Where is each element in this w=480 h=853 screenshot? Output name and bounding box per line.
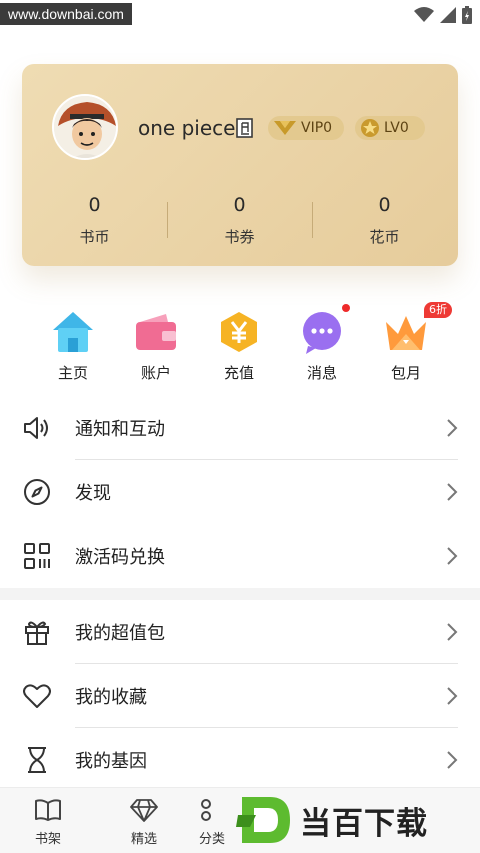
- message-icon: [303, 312, 341, 354]
- dna-icon: [28, 747, 46, 773]
- unread-dot: [342, 304, 350, 312]
- tab-label: 分类: [198, 832, 225, 847]
- chevron-right-icon: [447, 419, 458, 437]
- quick-monthly[interactable]: 6折 包月: [366, 300, 452, 383]
- stat-value: 0: [378, 194, 391, 216]
- stat-divider: [312, 202, 313, 238]
- quick-recharge[interactable]: 充值: [199, 300, 279, 383]
- menu-label: 通知和互动: [75, 419, 165, 440]
- heart-icon: [23, 684, 51, 708]
- chevron-right-icon: [447, 687, 458, 705]
- quick-label: 消息: [306, 364, 337, 382]
- stat-book-vouchers[interactable]: 0 书券: [167, 192, 312, 247]
- vip-level: VIP0: [301, 120, 333, 136]
- username: one piece: [138, 116, 236, 140]
- menu-item-genes[interactable]: 我的基因: [0, 728, 480, 792]
- profile-card: one piece VIP0 LV0 0 书币 0 书券 0 花币: [22, 64, 458, 266]
- menu-label: 我的基因: [75, 751, 147, 772]
- avatar[interactable]: [52, 94, 118, 160]
- grid-icon: [201, 799, 211, 821]
- tab-bookshelf[interactable]: 书架: [0, 788, 96, 847]
- compass-icon: [24, 479, 50, 505]
- stat-value: 0: [233, 194, 246, 216]
- quick-home[interactable]: 主页: [33, 300, 113, 383]
- menu-item-redeem-code[interactable]: 激活码兑换: [0, 524, 480, 588]
- status-icons: [414, 6, 472, 24]
- chevron-right-icon: [447, 751, 458, 769]
- menu-label: 发现: [75, 483, 111, 504]
- menu-item-favorites[interactable]: 我的收藏: [0, 664, 480, 728]
- menu-item-notifications[interactable]: 通知和互动: [0, 396, 480, 460]
- menu-item-discover[interactable]: 发现: [0, 460, 480, 524]
- signal-icon: [440, 7, 456, 23]
- chevron-right-icon: [447, 483, 458, 501]
- vip-badge[interactable]: VIP0: [268, 116, 344, 140]
- stat-flower-coins[interactable]: 0 花币: [312, 192, 457, 247]
- avatar-image: [54, 96, 116, 158]
- diamond-icon: [130, 799, 158, 822]
- chevron-right-icon: [447, 623, 458, 641]
- quick-account[interactable]: 账户: [116, 300, 196, 383]
- menu-item-value-pack[interactable]: 我的超值包: [0, 600, 480, 664]
- gift-icon: [25, 621, 49, 645]
- tab-category[interactable]: 分类: [182, 788, 242, 847]
- house-icon: [53, 312, 93, 352]
- stat-value: 0: [88, 194, 101, 216]
- star-coin-icon: [361, 119, 379, 137]
- speaker-icon: [24, 417, 48, 439]
- tab-featured[interactable]: 精选: [96, 788, 192, 847]
- quick-messages[interactable]: 消息: [282, 300, 362, 383]
- menu-group-1: 通知和互动 发现 激活码兑换: [0, 396, 480, 588]
- stat-label: 书券: [224, 228, 255, 246]
- wallet-icon: [136, 314, 176, 350]
- section-gap: [0, 588, 480, 600]
- status-bar: www.downbai.com: [0, 0, 480, 30]
- yen-coin-icon: [221, 312, 257, 352]
- menu-label: 我的收藏: [75, 687, 147, 708]
- menu-group-2: 我的超值包 我的收藏 我的基因: [0, 600, 480, 792]
- user-level: LV0: [384, 120, 409, 136]
- quick-label: 主页: [57, 364, 88, 382]
- stat-book-coins[interactable]: 0 书币: [22, 192, 167, 247]
- qr-grid-icon: [24, 543, 50, 569]
- quick-label: 账户: [140, 364, 171, 382]
- tab-label: 精选: [130, 832, 157, 847]
- logo-text: 当百下载: [300, 805, 428, 842]
- discount-badge: 6折: [424, 302, 452, 318]
- monthly-book-icon[interactable]: [236, 118, 254, 138]
- menu-label: 我的超值包: [75, 623, 165, 644]
- quick-label: 充值: [223, 364, 254, 382]
- tab-label: 书架: [34, 832, 61, 847]
- stat-divider: [167, 202, 168, 238]
- quick-actions: 主页 账户 充值 消息 6折 包月: [0, 300, 480, 390]
- battery-charging-icon: [462, 6, 472, 24]
- vip-chevron-icon: [274, 121, 296, 135]
- wifi-icon: [414, 7, 434, 22]
- book-icon: [35, 799, 61, 821]
- site-logo-watermark: 当百下载: [236, 790, 480, 850]
- menu-label: 激活码兑换: [75, 547, 165, 568]
- quick-label: 包月: [390, 364, 421, 382]
- stat-label: 书币: [79, 228, 110, 246]
- stat-label: 花币: [369, 228, 400, 246]
- chevron-right-icon: [447, 547, 458, 565]
- crown-icon: [386, 316, 426, 350]
- logo-d-icon: [236, 797, 290, 843]
- watermark-text: www.downbai.com: [0, 3, 132, 25]
- stats-row: 0 书币 0 书券 0 花币: [22, 192, 458, 247]
- level-badge[interactable]: LV0: [355, 116, 425, 140]
